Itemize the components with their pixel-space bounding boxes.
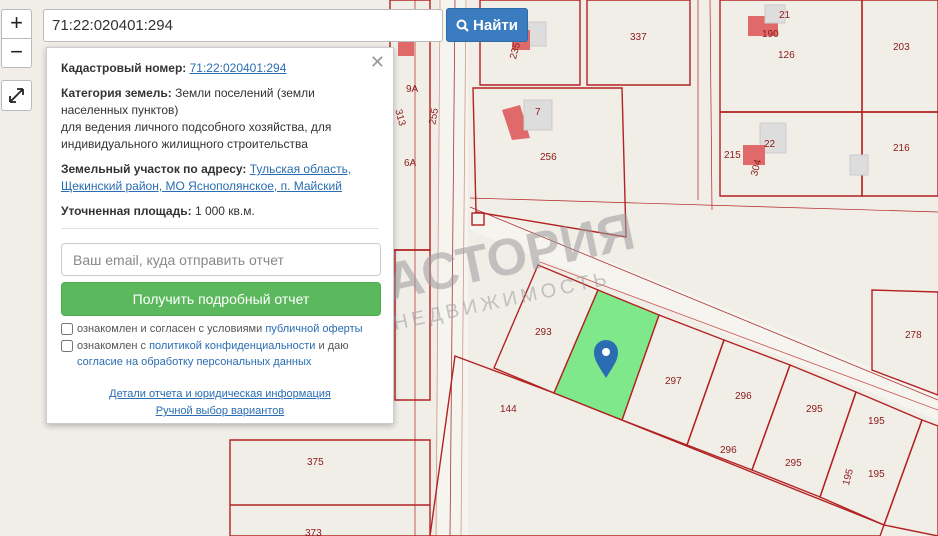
area-label: Уточненная площадь: bbox=[61, 204, 192, 218]
plot-label: 22 bbox=[764, 139, 776, 150]
report-details-link[interactable]: Детали отчета и юридическая информация bbox=[109, 388, 331, 400]
category-label: Категория земель: bbox=[61, 86, 172, 100]
plot-label: 190 bbox=[762, 29, 779, 40]
plot-label: 144 bbox=[500, 404, 517, 415]
get-report-button[interactable]: Получить подробный отчет bbox=[61, 282, 381, 316]
zoom-out-button[interactable]: − bbox=[1, 38, 32, 68]
plot-label: 215 bbox=[724, 150, 741, 161]
divider bbox=[61, 228, 379, 229]
privacy-policy-link[interactable]: политикой конфиденциальности bbox=[149, 340, 315, 352]
search-button[interactable]: Найти bbox=[446, 8, 528, 42]
consent-privacy-checkbox[interactable] bbox=[61, 340, 73, 352]
plot-label: 195 bbox=[868, 416, 885, 427]
plot-label: 256 bbox=[540, 152, 557, 163]
cadastral-link[interactable]: 71:22:020401:294 bbox=[190, 61, 287, 75]
plot-label: 373 bbox=[305, 528, 322, 536]
plot-label: 295 bbox=[785, 458, 802, 469]
plot-label: 21 bbox=[779, 10, 791, 21]
plot-label: 9А bbox=[406, 84, 419, 95]
zoom-in-button[interactable]: + bbox=[1, 9, 32, 39]
consent-privacy-mid: и даю bbox=[318, 340, 349, 352]
plot-label: 216 bbox=[893, 143, 910, 154]
area-value: 1 000 кв.м. bbox=[194, 204, 255, 218]
data-processing-link[interactable]: согласие на обработку персональных данны… bbox=[77, 356, 311, 368]
close-icon[interactable]: ✕ bbox=[370, 52, 385, 73]
plot-label: 295 bbox=[806, 404, 823, 415]
cadastral-row: Кадастровый номер: 71:22:020401:294 bbox=[61, 60, 379, 77]
area-row: Уточненная площадь: 1 000 кв.м. bbox=[61, 203, 379, 220]
address-row: Земельный участок по адресу: Тульская об… bbox=[61, 161, 379, 195]
consent-offer-text: ознакомлен и согласен с условиями bbox=[77, 323, 263, 335]
public-offer-link[interactable]: публичной оферты bbox=[265, 323, 362, 335]
plot-label: 278 bbox=[905, 330, 922, 341]
plot-label: 7 bbox=[535, 107, 541, 118]
search-icon bbox=[456, 19, 469, 32]
plot-label: 293 bbox=[535, 327, 552, 338]
search-button-label: Найти bbox=[473, 16, 518, 34]
plot-label: 126 bbox=[778, 50, 795, 61]
consent-privacy-text: ознакомлен с bbox=[77, 340, 147, 352]
plot-label: 6А bbox=[404, 158, 417, 169]
plot-info-popup: ✕ Кадастровый номер: 71:22:020401:294 Ка… bbox=[46, 47, 394, 424]
search-input[interactable] bbox=[43, 9, 443, 42]
plot-label: 337 bbox=[630, 32, 647, 43]
consent-offer-checkbox[interactable] bbox=[61, 323, 73, 335]
plot-label: 375 bbox=[307, 457, 324, 468]
plot-label: 297 bbox=[665, 376, 682, 387]
plot-label: 296 bbox=[720, 445, 737, 456]
email-field[interactable] bbox=[61, 243, 381, 276]
plot-label: 203 bbox=[893, 42, 910, 53]
category-row: Категория земель: Земли поселений (земли… bbox=[61, 85, 379, 153]
plot-label: 195 bbox=[868, 469, 885, 480]
use-value: для ведения личного подсобного хозяйства… bbox=[61, 120, 332, 151]
bottom-links: Детали отчета и юридическая информация Р… bbox=[61, 386, 379, 420]
manual-selection-link[interactable]: Ручной выбор вариантов bbox=[156, 405, 284, 417]
expand-icon bbox=[9, 88, 24, 103]
plot-label: 296 bbox=[735, 391, 752, 402]
consent-privacy: ознакомлен с политикой конфиденциальност… bbox=[61, 338, 379, 370]
address-label: Земельный участок по адресу: bbox=[61, 162, 247, 176]
consent-offer: ознакомлен и согласен с условиями публич… bbox=[61, 321, 379, 337]
cadastral-label: Кадастровый номер: bbox=[61, 61, 187, 75]
fullscreen-button[interactable] bbox=[1, 80, 32, 111]
